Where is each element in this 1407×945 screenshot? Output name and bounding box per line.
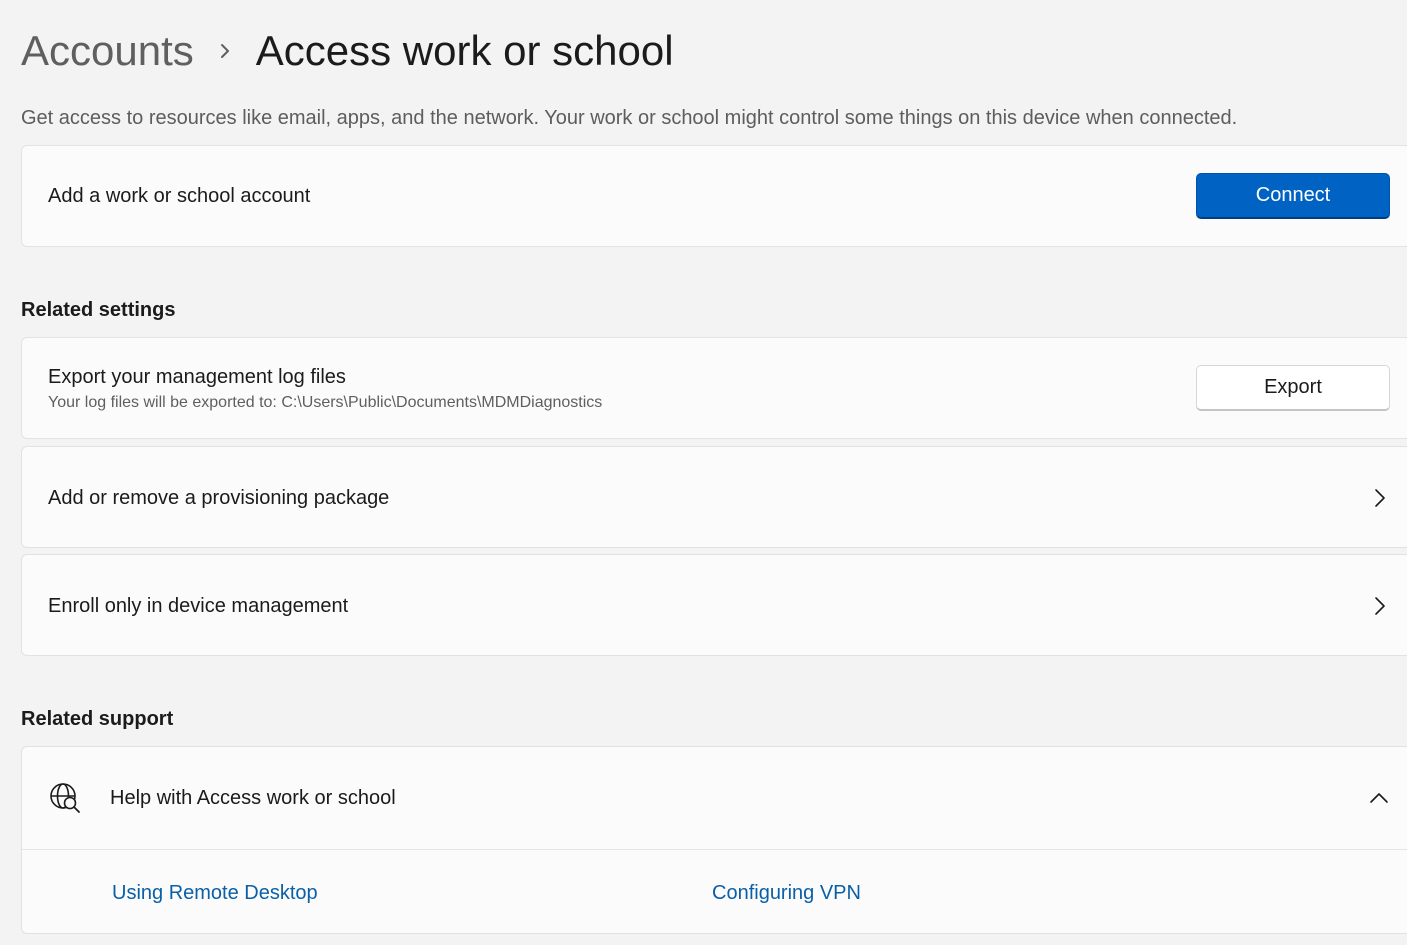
export-logs-card: Export your management log files Your lo… [21, 337, 1407, 439]
settings-page: Accounts Access work or school Get acces… [0, 0, 1407, 945]
configuring-vpn-link[interactable]: Configuring VPN [712, 882, 861, 905]
page-title: Access work or school [255, 27, 674, 74]
using-remote-desktop-link[interactable]: Using Remote Desktop [112, 882, 318, 905]
enroll-device-management-label: Enroll only in device management [48, 595, 349, 617]
export-button[interactable]: Export [1196, 365, 1390, 411]
help-expander-header[interactable]: Help with Access work or school [22, 747, 1407, 849]
breadcrumb: Accounts Access work or school [21, 24, 674, 78]
connect-button[interactable]: Connect [1196, 173, 1390, 219]
chevron-right-icon [194, 41, 256, 61]
help-divider [22, 849, 1407, 850]
enroll-device-management-row[interactable]: Enroll only in device management [21, 554, 1407, 656]
related-settings-heading: Related settings [21, 299, 176, 321]
page-description: Get access to resources like email, apps… [21, 107, 1238, 129]
add-account-card: Add a work or school account Connect [21, 145, 1407, 247]
chevron-right-icon [1368, 487, 1390, 509]
provisioning-package-row[interactable]: Add or remove a provisioning package [21, 446, 1407, 548]
breadcrumb-accounts-link[interactable]: Accounts [21, 24, 194, 78]
export-logs-path: Your log files will be exported to: C:\U… [48, 394, 603, 411]
related-support-heading: Related support [21, 708, 174, 730]
export-logs-title: Export your management log files [48, 366, 346, 388]
add-account-label: Add a work or school account [48, 185, 311, 207]
chevron-up-icon [1368, 787, 1390, 809]
help-title: Help with Access work or school [110, 787, 396, 809]
provisioning-package-label: Add or remove a provisioning package [48, 487, 390, 509]
chevron-right-icon [1368, 595, 1390, 617]
globe-search-icon [48, 781, 82, 815]
help-card: Help with Access work or school Using Re… [21, 746, 1407, 934]
